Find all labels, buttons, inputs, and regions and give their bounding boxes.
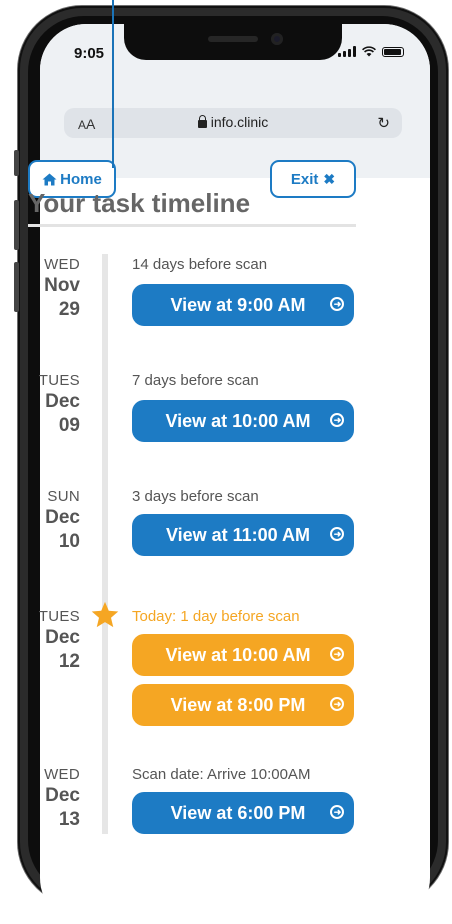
timeline-date-4: TUES Dec 12 [28, 608, 80, 673]
view-task-button[interactable]: View at 6:00 PM ➜ [132, 792, 354, 834]
front-camera [271, 33, 283, 45]
annotation-pointer-line [112, 0, 114, 168]
speaker-grille [208, 36, 258, 42]
arrow-right-circle-icon: ➜ [330, 697, 344, 711]
date-month: Dec [45, 785, 80, 806]
timeline-note-2: 7 days before scan [132, 372, 259, 389]
exit-button-label: Exit [290, 170, 319, 188]
view-task-button-label: View at 10:00 AM [165, 644, 311, 665]
home-button-label: Home [60, 170, 102, 188]
status-icons [338, 46, 404, 57]
wifi-icon [362, 46, 376, 57]
close-icon: ✖ [323, 170, 336, 187]
date-weekday: TUES [38, 608, 80, 625]
signal-icon [338, 46, 356, 57]
date-day: 10 [58, 531, 80, 552]
arrow-right-circle-icon: ➜ [330, 527, 344, 541]
arrow-right-circle-icon: ➜ [330, 805, 344, 819]
view-task-button[interactable]: View at 9:00 AM ➜ [132, 284, 354, 326]
battery-icon [382, 46, 404, 57]
phone-mute-switch [14, 150, 19, 176]
date-month: Dec [45, 391, 80, 412]
arrow-right-circle-icon: ➜ [330, 297, 344, 311]
arrow-right-circle-icon: ➜ [330, 413, 344, 427]
reload-icon[interactable]: ↻ [377, 114, 390, 132]
timeline-date-2: TUES Dec 09 [28, 372, 80, 437]
date-day: 09 [58, 415, 80, 436]
view-task-button-label: View at 11:00 AM [165, 524, 311, 545]
star-icon [91, 601, 119, 628]
date-weekday: WED [44, 766, 80, 783]
date-weekday: SUN [47, 488, 80, 505]
timeline-line [102, 254, 108, 834]
view-task-button[interactable]: View at 8:00 PM ➜ [132, 684, 354, 726]
view-task-button-label: View at 6:00 PM [170, 802, 306, 823]
lock-icon [197, 115, 207, 128]
title-divider [28, 224, 356, 227]
notch [124, 24, 342, 60]
status-time: 9:05 [74, 45, 105, 62]
timeline-date-3: SUN Dec 10 [28, 488, 80, 553]
phone-screen: 9:05 AA info.clinic ↻ [40, 24, 430, 924]
phone-volume-down [14, 262, 19, 312]
view-task-button-label: View at 8:00 PM [170, 694, 306, 715]
timeline-note-1: 14 days before scan [132, 256, 268, 273]
exit-button[interactable]: Exit ✖ [270, 160, 356, 198]
date-weekday: WED [44, 256, 80, 273]
date-month: Dec [45, 627, 80, 648]
address-bar[interactable]: AA info.clinic ↻ [64, 108, 402, 138]
url-text: info.clinic [210, 114, 269, 130]
timeline-note-5: Scan date: Arrive 10:00AM [132, 766, 311, 783]
arrow-right-circle-icon: ➜ [330, 647, 344, 661]
date-day: 13 [58, 809, 80, 830]
view-task-button[interactable]: View at 10:00 AM ➜ [132, 634, 354, 676]
home-icon [42, 173, 57, 185]
timeline-note-4: Today: 1 day before scan [132, 608, 300, 625]
timeline-date-5: WED Dec 13 [28, 766, 80, 831]
date-day: 12 [58, 651, 80, 672]
timeline-date-1: WED Nov 29 [28, 256, 80, 321]
date-day: 29 [58, 299, 80, 320]
view-task-button[interactable]: View at 10:00 AM ➜ [132, 400, 354, 442]
timeline-note-3: 3 days before scan [132, 488, 259, 505]
page-title: Your task timeline [28, 188, 251, 218]
view-task-button[interactable]: View at 11:00 AM ➜ [132, 514, 354, 556]
url-display[interactable]: info.clinic [64, 114, 402, 130]
date-month: Dec [45, 507, 80, 528]
date-weekday: TUES [38, 372, 80, 389]
phone-volume-up [14, 200, 19, 250]
view-task-button-label: View at 9:00 AM [170, 294, 306, 315]
date-month: Nov [44, 275, 80, 296]
view-task-button-label: View at 10:00 AM [165, 410, 311, 431]
